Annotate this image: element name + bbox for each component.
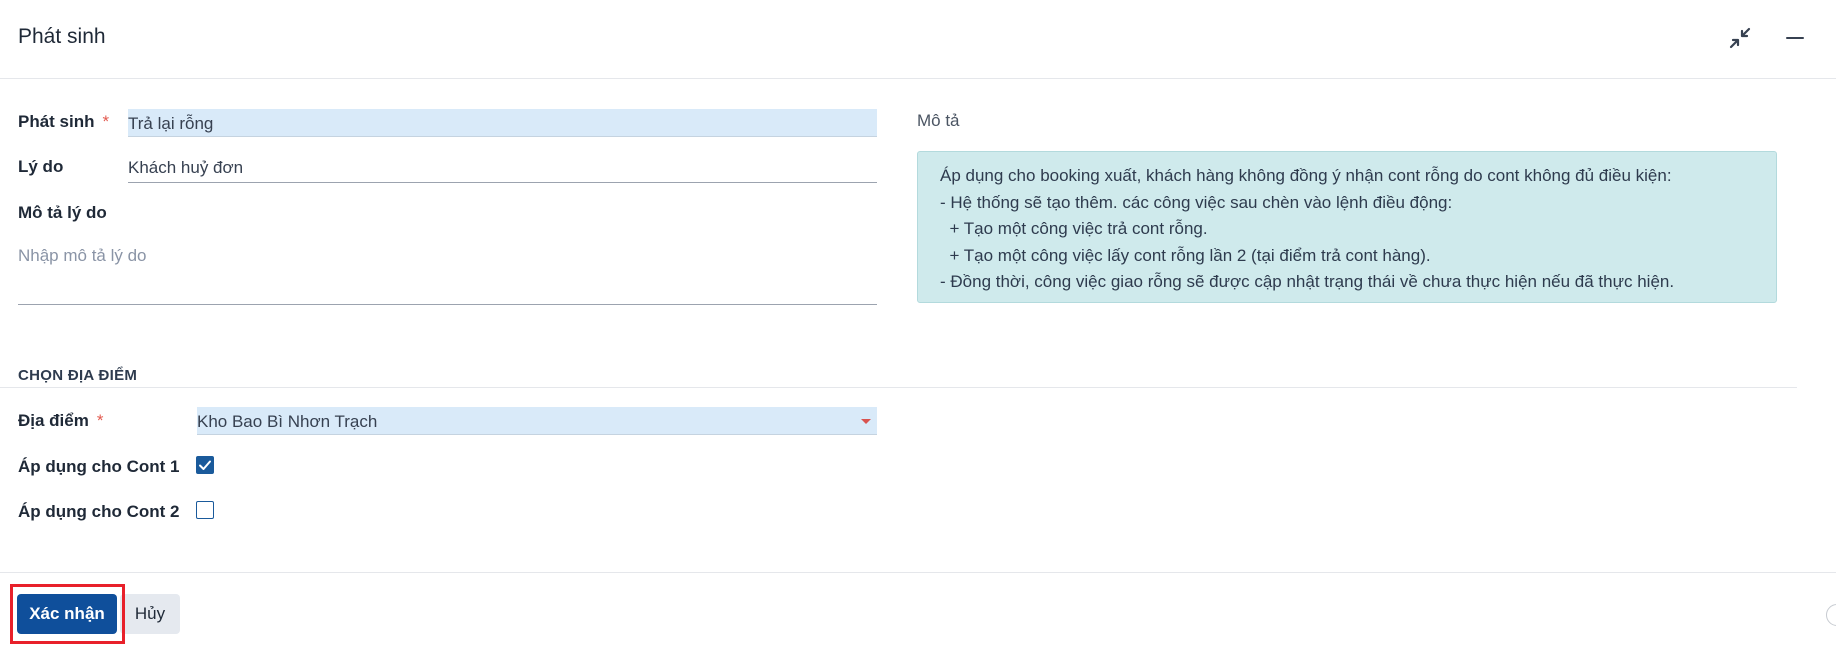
- dia-diem-value: Kho Bao Bì Nhơn Trạch: [197, 412, 378, 431]
- description-box: Áp dụng cho booking xuất, khách hàng khô…: [917, 151, 1777, 303]
- ly-do-field[interactable]: Khách huỷ đơn: [128, 154, 877, 183]
- description-line: - Hệ thống sẽ tạo thêm. các công việc sa…: [940, 192, 1453, 212]
- description-line: + Tạo một công việc lấy cont rỗng lần 2 …: [940, 245, 1431, 265]
- footer-divider: [0, 572, 1836, 573]
- description-title: Mô tả: [917, 111, 960, 130]
- ly-do-label: Lý do: [18, 157, 64, 176]
- checkmark-icon: [199, 460, 211, 470]
- mo-ta-ly-do-placeholder: Nhập mô tả lý do: [18, 246, 147, 265]
- description-line: Áp dụng cho booking xuất, khách hàng khô…: [940, 166, 1672, 185]
- dialog-title: Phát sinh: [18, 25, 106, 48]
- mo-ta-ly-do-label: Mô tả lý do: [18, 203, 107, 222]
- phat-sinh-label: Phát sinh *: [18, 112, 110, 131]
- location-section-title: CHỌN ĐỊA ĐIỂM: [18, 367, 138, 384]
- description-line: + Tạo một công việc trả cont rỗng.: [940, 219, 1208, 238]
- cont2-label: Áp dụng cho Cont 2: [18, 502, 180, 521]
- ly-do-value: Khách huỷ đơn: [128, 158, 244, 177]
- collapse-arrows-icon[interactable]: [1724, 22, 1756, 54]
- section-divider: [0, 387, 1797, 388]
- minimize-icon[interactable]: [1779, 22, 1811, 54]
- required-mark: *: [96, 411, 104, 430]
- cont2-checkbox[interactable]: [196, 501, 214, 519]
- mo-ta-ly-do-textarea[interactable]: Nhập mô tả lý do: [18, 246, 877, 305]
- phat-sinh-field[interactable]: Trả lại rỗng: [128, 109, 877, 137]
- edge-handle: [1826, 604, 1836, 626]
- confirm-button[interactable]: Xác nhận: [17, 594, 117, 634]
- dia-diem-select[interactable]: Kho Bao Bì Nhơn Trạch: [197, 407, 877, 435]
- dialog-header: Phát sinh: [0, 0, 1836, 79]
- phat-sinh-value: Trả lại rỗng: [128, 114, 214, 133]
- cont1-checkbox[interactable]: [196, 456, 214, 474]
- dia-diem-label: Địa điểm *: [18, 411, 104, 430]
- required-mark: *: [102, 112, 110, 131]
- cont1-label: Áp dụng cho Cont 1: [18, 457, 180, 476]
- dropdown-caret-icon: [861, 419, 871, 424]
- cancel-button[interactable]: Hủy: [120, 594, 180, 634]
- description-line: - Đồng thời, công việc giao rỗng sẽ được…: [940, 272, 1675, 291]
